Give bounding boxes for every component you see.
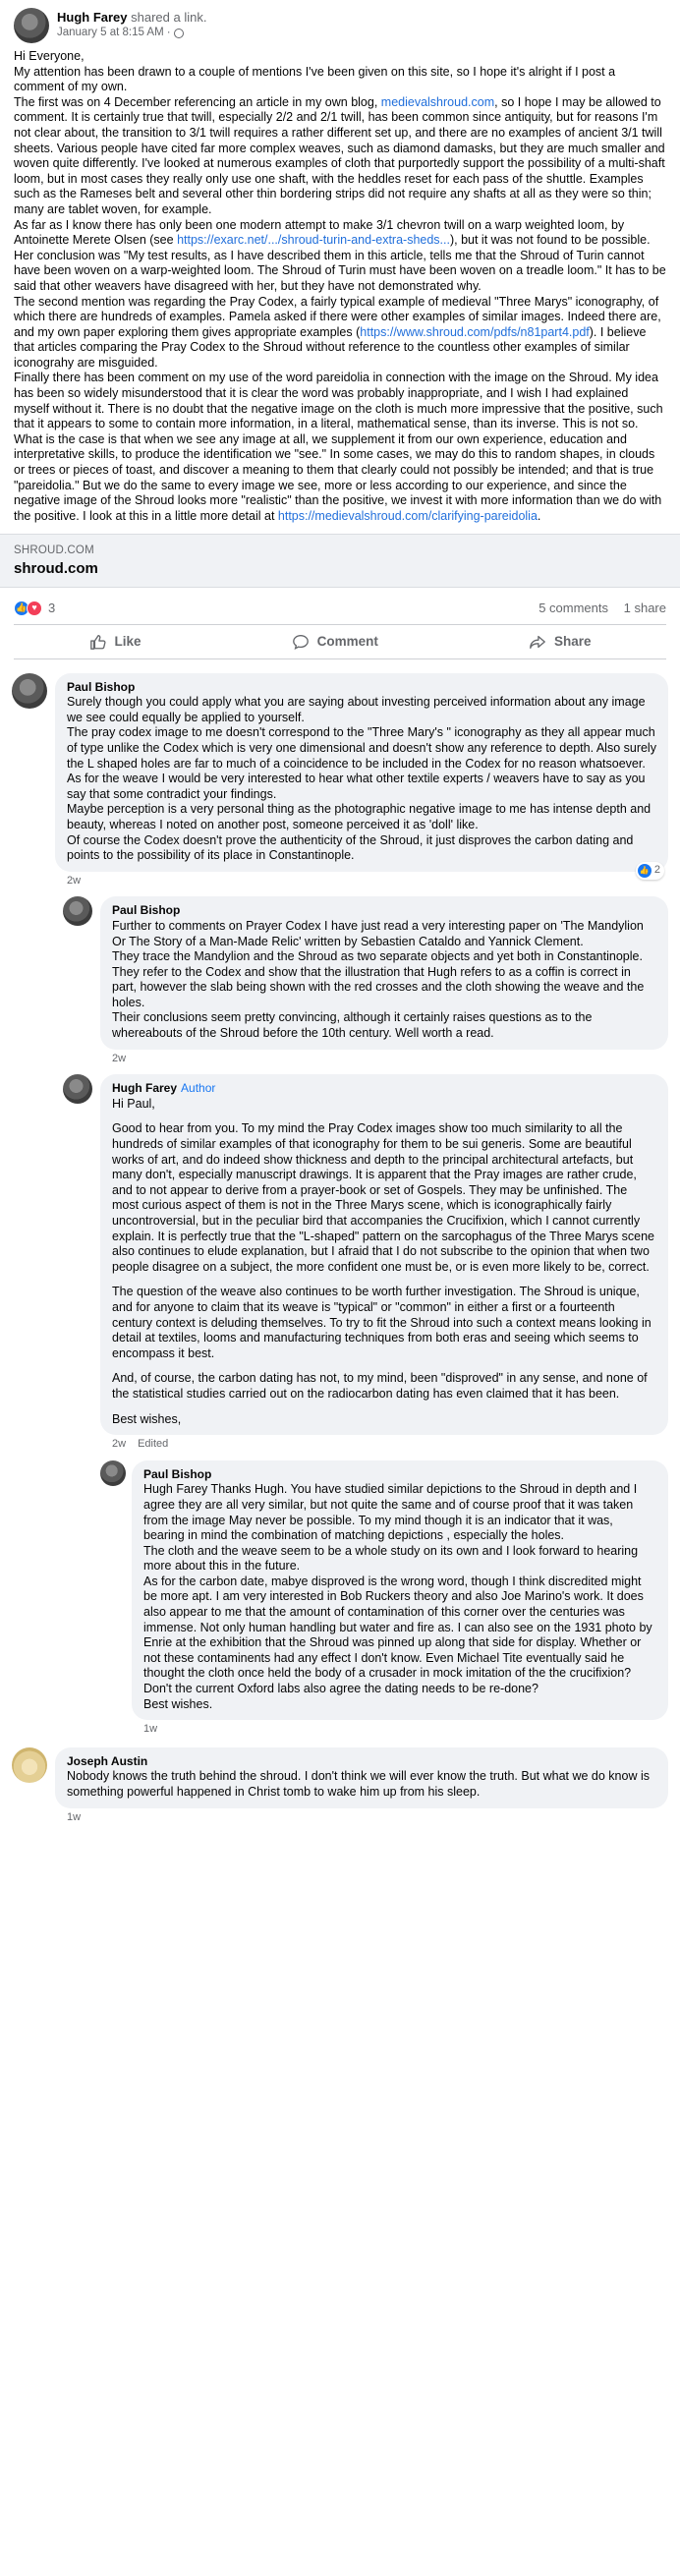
commenter-name[interactable]: Paul Bishop [112, 903, 656, 919]
comment-meta: 1w [55, 1808, 668, 1826]
comment-bubble: Hugh Farey Author Hi Paul, Good to hear f… [100, 1074, 668, 1436]
author-name[interactable]: Hugh Farey [57, 10, 128, 25]
author-avatar[interactable] [14, 8, 49, 43]
comment-bubble: Paul Bishop Hugh Farey Thanks Hugh. You … [132, 1460, 668, 1721]
meta-dot: · [166, 27, 171, 38]
commenter-avatar[interactable] [12, 1746, 47, 1783]
comment-meta: 2w [55, 872, 668, 889]
thumbs-up-icon [89, 634, 106, 650]
comment-bubble: Paul Bishop Surely though you could appl… [55, 672, 668, 880]
share-label: Share [553, 633, 592, 649]
comment-meta: 2w Edited [100, 1435, 668, 1453]
post-meta: January 5 at 8:15 AM · [57, 26, 206, 41]
post-paragraph: Finally there has been comment on my use… [14, 371, 663, 523]
comment-label: Comment [316, 633, 378, 649]
comment-time[interactable]: 1w [67, 1810, 81, 1826]
reply: Hugh Farey Author Hi Paul, Good to hear f… [63, 1074, 668, 1738]
commenter-name: Hugh Farey Author [112, 1081, 216, 1096]
link-preview-card[interactable]: SHROUD.COM shroud.com [0, 534, 680, 588]
comment-bubble: Paul Bishop Further to comments on Praye… [100, 896, 668, 1050]
share-icon [530, 635, 545, 649]
link-domain: SHROUD.COM [14, 544, 94, 557]
comment-meta: 1w [132, 1720, 668, 1738]
comments-count[interactable]: 5 comments [538, 601, 608, 615]
post-paragraph: The second mention was regarding the Pra… [14, 294, 661, 370]
comment-text: Further to comments on Prayer Codex I ha… [112, 918, 645, 1041]
comment-button[interactable]: Comment [278, 627, 392, 657]
comment-text: Hugh Farey Thanks Hugh. You have studied… [143, 1482, 652, 1711]
exarc-link[interactable]: https://exarc.net/.../shroud-turin-and-e… [177, 233, 450, 247]
commenter-avatar[interactable] [63, 1074, 92, 1105]
like-button[interactable]: Like [76, 627, 155, 657]
comment-text: Hi Paul, Good to hear from you. To my mi… [112, 1096, 655, 1426]
reply: Paul Bishop Hugh Farey Thanks Hugh. You … [100, 1460, 668, 1738]
post: Hugh Farey shared a link. January 5 at 8… [0, 0, 680, 1836]
post-time[interactable]: January 5 at 8:15 AM [57, 26, 164, 41]
post-paragraph: My attention has been drawn to a couple … [14, 64, 616, 94]
shares-count[interactable]: 1 share [624, 601, 666, 615]
commenter-name[interactable]: Paul Bishop [143, 1467, 656, 1483]
comment-time[interactable]: 2w [67, 874, 81, 889]
like-label: Like [114, 633, 142, 649]
comment-icon [292, 634, 309, 650]
commenter-name[interactable]: Joseph Austin [67, 1754, 656, 1770]
blog-link[interactable]: medievalshroud.com [381, 95, 494, 109]
commenter-avatar[interactable] [12, 672, 47, 709]
pareidolia-link[interactable]: https://medievalshroud.com/clarifying-pa… [278, 509, 538, 523]
pdf-link[interactable]: https://www.shroud.com/pdfs/n81part4.pdf [360, 325, 589, 339]
comments-section: Paul Bishop Surely though you could appl… [0, 659, 680, 1836]
comment-time[interactable]: 2w [112, 1437, 126, 1453]
comment-text: Nobody knows the truth behind the shroud… [67, 1769, 650, 1799]
link-title: shroud.com [14, 560, 98, 577]
reaction-summary[interactable]: 👍 ♥ 3 [14, 600, 56, 616]
globe-icon [173, 28, 184, 38]
author-badge: Author [181, 1081, 216, 1096]
comment-time[interactable]: 1w [143, 1722, 157, 1738]
commenter-name[interactable]: Paul Bishop [67, 680, 656, 696]
post-body: Hi Everyone, My attention has been drawn… [0, 45, 680, 534]
comment: Paul Bishop Surely though you could appl… [12, 672, 668, 1738]
like-reaction-icon: 👍 [637, 863, 652, 878]
post-paragraph: Hi Everyone, [14, 49, 85, 63]
reply: Paul Bishop Further to comments on Praye… [63, 896, 668, 1066]
commenter-avatar[interactable] [100, 1460, 126, 1486]
post-actions: Like Comment Share [14, 623, 666, 659]
post-stats: 👍 ♥ 3 5 comments 1 share [0, 588, 680, 624]
love-reaction-icon: ♥ [27, 600, 42, 616]
comment-meta: 2w [100, 1050, 668, 1067]
comment-bubble: Joseph Austin Nobody knows the truth beh… [55, 1746, 668, 1808]
author-line: Hugh Farey shared a link. [57, 10, 206, 26]
post-header: Hugh Farey shared a link. January 5 at 8… [0, 0, 680, 45]
post-paragraph: The first was on 4 December referencing … [14, 94, 665, 216]
comment-reactions[interactable]: 👍 2 [635, 862, 664, 880]
edited-label: Edited [138, 1438, 169, 1451]
share-button[interactable]: Share [515, 627, 605, 657]
comment-text: Surely though you could apply what you a… [67, 695, 656, 863]
comment-time[interactable]: 2w [112, 1052, 126, 1067]
comment: Joseph Austin Nobody knows the truth beh… [12, 1746, 668, 1826]
post-paragraph: As far as I know there has only been one… [14, 217, 666, 293]
reaction-count: 3 [48, 600, 56, 615]
replies: Paul Bishop Further to comments on Praye… [63, 896, 668, 1738]
shared-action: shared a link. [131, 10, 207, 26]
commenter-avatar[interactable] [63, 896, 92, 927]
